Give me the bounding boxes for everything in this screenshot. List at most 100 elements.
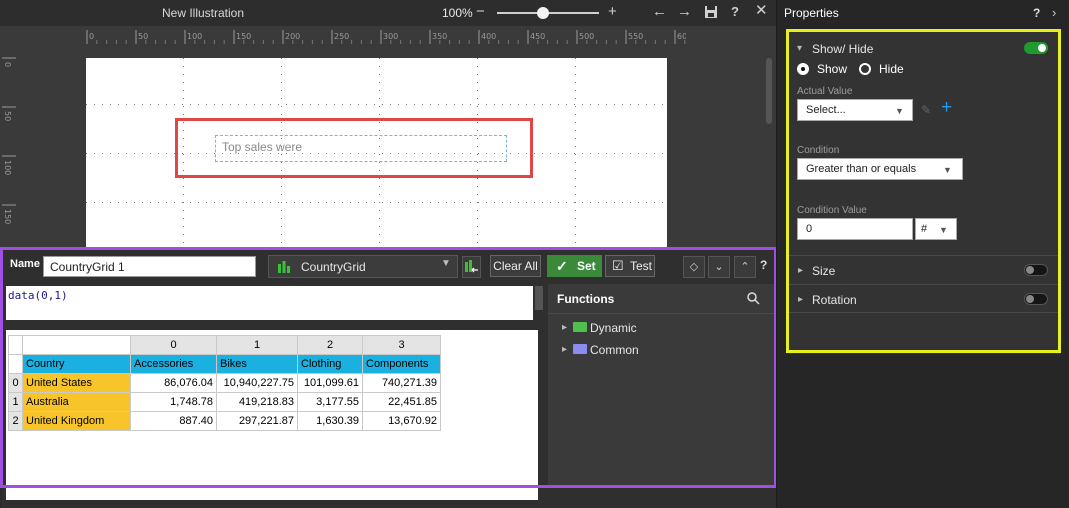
grid-dot (477, 242, 478, 243)
grid-dot (281, 218, 282, 219)
grid-dot (575, 106, 576, 107)
grid-dot (575, 58, 576, 59)
grid-dot (575, 226, 576, 227)
grid-dot (575, 114, 576, 115)
zoom-in-icon[interactable]: + (608, 4, 617, 19)
grid-dot (566, 104, 567, 105)
ruler-label: 500 (579, 32, 594, 41)
grid-dot (574, 104, 575, 105)
grid-dot (477, 58, 478, 59)
ruler-label: 0 (89, 32, 94, 41)
zoom-slider-thumb[interactable] (537, 7, 549, 19)
grid-dot (94, 104, 95, 105)
grid-dot (379, 58, 380, 59)
grid-dot (281, 178, 282, 179)
grid-dot (477, 106, 478, 107)
grid-dot (206, 104, 207, 105)
grid-dot (278, 202, 279, 203)
ruler-label: 550 (628, 32, 643, 41)
grid-dot (182, 104, 183, 105)
grid-dot (558, 202, 559, 203)
grid-dot (126, 153, 127, 154)
grid-dot (406, 104, 407, 105)
grid-dot (575, 202, 576, 203)
grid-dot (230, 104, 231, 105)
grid-dot (526, 202, 527, 203)
grid-dot (510, 202, 511, 203)
canvas-scrollbar[interactable] (766, 58, 772, 124)
grid-dot (575, 74, 576, 75)
grid-dot (598, 104, 599, 105)
grid-dot (281, 186, 282, 187)
grid-dot (550, 202, 551, 203)
grid-dot (118, 202, 119, 203)
grid-dot (470, 202, 471, 203)
grid-dot (398, 104, 399, 105)
grid-dot (638, 202, 639, 203)
grid-dot (246, 202, 247, 203)
grid-dot (281, 58, 282, 59)
ruler-label: 50 (138, 32, 148, 41)
help-icon[interactable]: ? (731, 5, 739, 19)
grid-dot (342, 104, 343, 105)
grid-dot (534, 104, 535, 105)
grid-dot (582, 104, 583, 105)
grid-dot (158, 202, 159, 203)
grid-dot (494, 104, 495, 105)
grid-dot (294, 104, 295, 105)
grid-dot (318, 202, 319, 203)
ruler-label: 150 (3, 209, 12, 224)
grid-dot (590, 202, 591, 203)
grid-dot (183, 210, 184, 211)
grid-dot (630, 104, 631, 105)
grid-dot (183, 242, 184, 243)
grid-dot (134, 153, 135, 154)
close-icon[interactable]: ✕ (755, 3, 768, 18)
grid-dot (94, 153, 95, 154)
grid-dot (606, 153, 607, 154)
properties-help-icon[interactable]: ? (1033, 6, 1040, 20)
grid-dot (558, 104, 559, 105)
grid-dot (477, 186, 478, 187)
grid-dot (183, 178, 184, 179)
grid-dot (358, 104, 359, 105)
save-icon[interactable] (704, 5, 718, 19)
grid-dot (534, 153, 535, 154)
ruler-label: 200 (285, 32, 300, 41)
grid-dot (454, 104, 455, 105)
grid-dot (102, 202, 103, 203)
grid-dot (150, 153, 151, 154)
grid-dot (526, 104, 527, 105)
grid-dot (518, 202, 519, 203)
grid-dot (379, 194, 380, 195)
grid-dot (222, 104, 223, 105)
grid-dot (366, 202, 367, 203)
grid-dot (379, 242, 380, 243)
zoom-out-icon[interactable]: − (476, 4, 485, 19)
ruler-label: 150 (236, 32, 251, 41)
grid-dot (614, 153, 615, 154)
grid-dot (654, 104, 655, 105)
grid-dot (302, 202, 303, 203)
grid-dot (190, 202, 191, 203)
grid-dot (382, 104, 383, 105)
grid-dot (477, 82, 478, 83)
grid-dot (477, 98, 478, 99)
highlight-text-element (175, 118, 533, 178)
highlight-editor (0, 247, 777, 488)
grid-dot (422, 202, 423, 203)
grid-dot (477, 178, 478, 179)
redo-arrow-icon[interactable]: → (677, 4, 692, 19)
grid-dot (398, 202, 399, 203)
chevron-right-icon[interactable]: › (1052, 5, 1056, 20)
grid-dot (281, 234, 282, 235)
grid-dot (477, 218, 478, 219)
grid-dot (281, 74, 282, 75)
grid-dot (281, 226, 282, 227)
grid-dot (183, 226, 184, 227)
grid-dot (430, 104, 431, 105)
grid-dot (183, 202, 184, 203)
grid-dot (183, 74, 184, 75)
grid-dot (262, 202, 263, 203)
undo-arrow-icon[interactable]: ← (652, 4, 667, 19)
